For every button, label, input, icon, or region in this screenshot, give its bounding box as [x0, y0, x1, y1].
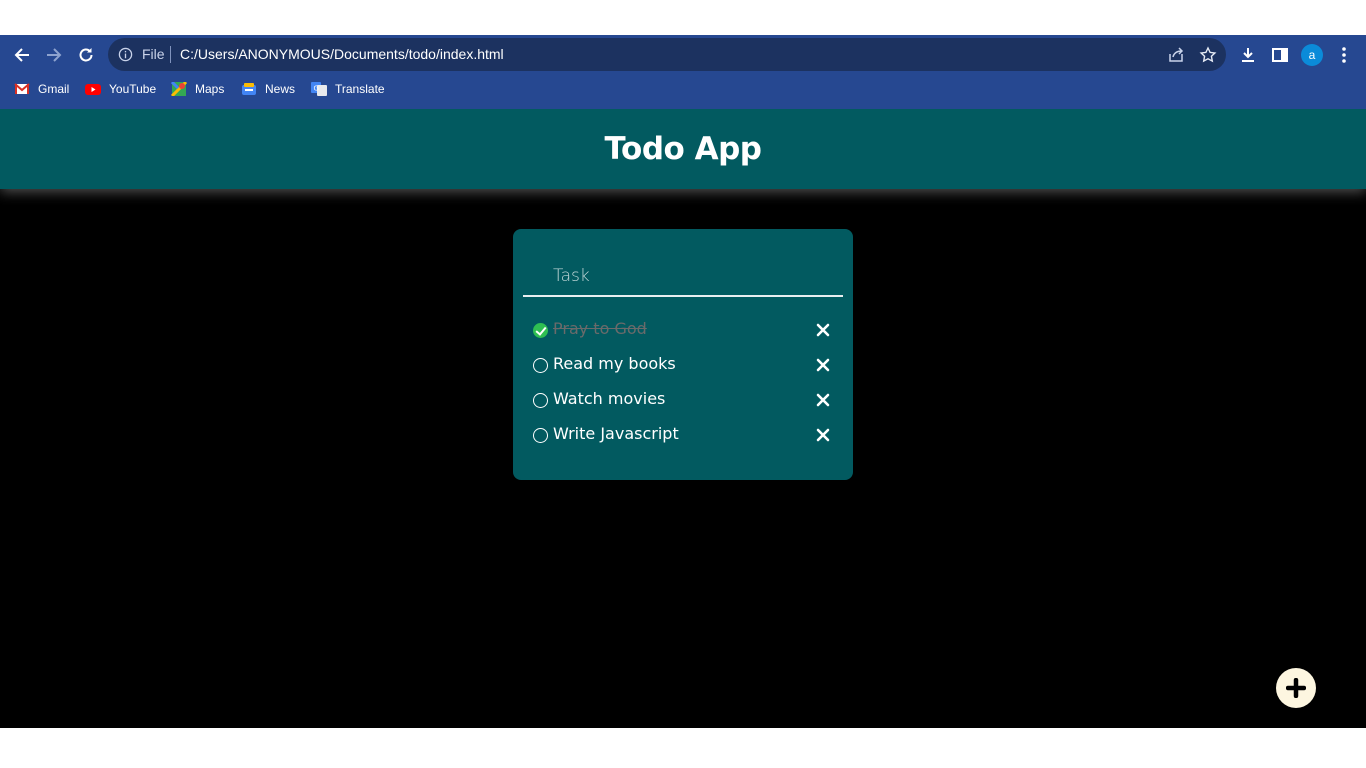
close-icon[interactable] — [815, 427, 831, 443]
screen-top-margin — [0, 0, 1366, 35]
reload-icon — [79, 48, 93, 62]
app-title: Todo App — [604, 131, 762, 167]
svg-text:G: G — [314, 85, 319, 93]
page-viewport: Todo App Pray to God Read my books Watch… — [0, 109, 1366, 728]
bookmark-youtube[interactable]: YouTube — [85, 82, 156, 96]
todo-item: Pray to God — [533, 317, 833, 352]
reload-button[interactable] — [73, 42, 99, 68]
todo-list: Pray to God Read my books Watch movies W… — [533, 317, 833, 457]
completed-checkbox-icon[interactable] — [533, 323, 548, 338]
checkbox-icon[interactable] — [533, 393, 548, 408]
maps-icon — [171, 82, 187, 96]
forward-button[interactable] — [41, 42, 67, 68]
bookmark-gmail[interactable]: Gmail — [14, 82, 69, 96]
arrow-left-icon — [14, 48, 29, 62]
info-icon[interactable] — [118, 47, 133, 62]
plus-icon — [1286, 678, 1306, 698]
share-icon[interactable] — [1167, 46, 1185, 64]
todo-item: Write Javascript — [533, 422, 833, 457]
todo-text[interactable]: Watch movies — [553, 389, 665, 408]
todo-text[interactable]: Read my books — [553, 354, 676, 373]
bookmarks-bar: Gmail YouTube Maps News G Translate — [0, 75, 1366, 105]
youtube-icon — [85, 84, 101, 95]
back-button[interactable] — [9, 42, 35, 68]
todo-text[interactable]: Pray to God — [553, 319, 647, 338]
close-icon[interactable] — [815, 392, 831, 408]
profile-avatar[interactable]: a — [1301, 44, 1323, 66]
bookmark-maps[interactable]: Maps — [171, 82, 224, 96]
todo-item: Watch movies — [533, 387, 833, 422]
screen-bottom-margin — [0, 728, 1366, 768]
task-input[interactable] — [523, 257, 843, 297]
todo-text[interactable]: Write Javascript — [553, 424, 679, 443]
address-url[interactable]: C:/Users/ANONYMOUS/Documents/todo/index.… — [180, 46, 504, 62]
checkbox-icon[interactable] — [533, 428, 548, 443]
bookmark-label: News — [265, 82, 296, 96]
bookmark-news[interactable]: News — [241, 82, 295, 96]
browser-chrome: File C:/Users/ANONYMOUS/Documents/todo/i… — [0, 35, 1366, 109]
address-separator — [170, 46, 171, 63]
translate-icon: G — [311, 82, 327, 96]
bookmark-label: Translate — [335, 82, 385, 96]
close-icon[interactable] — [815, 322, 831, 338]
address-bar[interactable]: File C:/Users/ANONYMOUS/Documents/todo/i… — [108, 38, 1226, 71]
star-icon[interactable] — [1199, 46, 1217, 64]
todo-item: Read my books — [533, 352, 833, 387]
add-task-button[interactable] — [1276, 668, 1316, 708]
download-icon[interactable] — [1238, 45, 1258, 65]
close-icon[interactable] — [815, 357, 831, 373]
gmail-icon — [14, 83, 30, 94]
arrow-right-icon — [47, 48, 62, 62]
news-icon — [242, 83, 256, 95]
bookmark-label: Gmail — [38, 82, 70, 96]
bookmark-translate[interactable]: G Translate — [311, 82, 385, 96]
todo-card: Pray to God Read my books Watch movies W… — [513, 229, 853, 480]
more-menu-icon[interactable] — [1334, 45, 1354, 65]
browser-toolbar: File C:/Users/ANONYMOUS/Documents/todo/i… — [0, 35, 1366, 73]
bookmark-label: YouTube — [109, 82, 157, 96]
bookmark-label: Maps — [195, 82, 225, 96]
address-scheme-label: File — [142, 46, 165, 62]
app-header: Todo App — [0, 109, 1366, 189]
checkbox-icon[interactable] — [533, 358, 548, 373]
side-panel-icon[interactable] — [1270, 45, 1290, 65]
